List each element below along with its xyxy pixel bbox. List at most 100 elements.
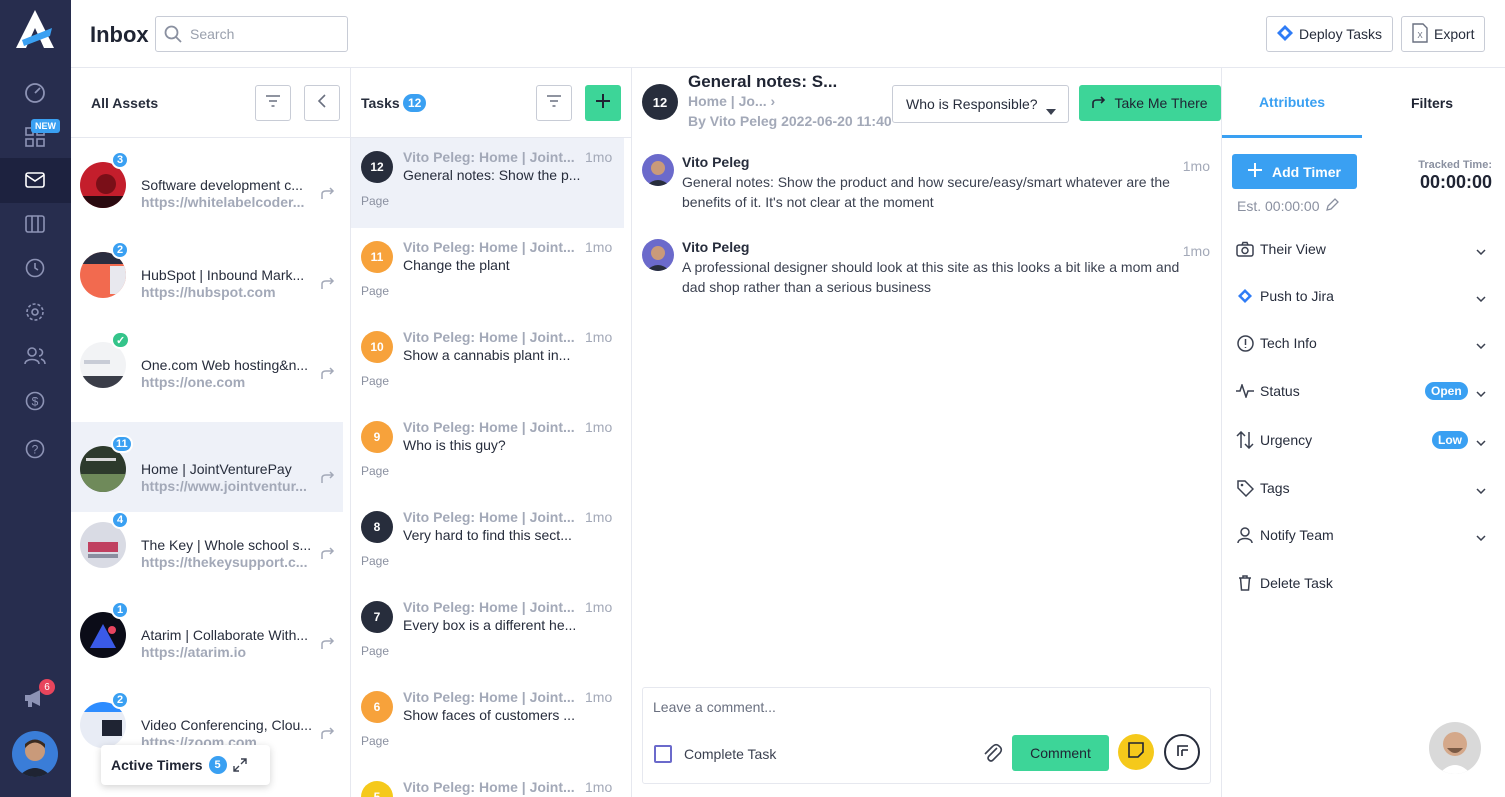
asset-item[interactable]: 3 Software development c... https://whit… <box>71 138 343 228</box>
task-item[interactable]: 12 Vito Peleg: Home | Joint... 1mo Gener… <box>351 138 624 228</box>
sticky-note-button[interactable] <box>1118 734 1154 770</box>
asset-badge: 3 <box>111 151 129 169</box>
collapse-assets-button[interactable] <box>304 85 340 121</box>
share-icon[interactable] <box>321 276 335 295</box>
task-type: Page <box>361 644 390 658</box>
share-icon[interactable] <box>321 186 335 205</box>
task-description: Every box is a different he... <box>403 617 577 633</box>
assets-filter-button[interactable] <box>255 85 291 121</box>
clock-icon[interactable] <box>23 256 47 280</box>
asset-url: https://whitelabelcoder... <box>141 194 305 210</box>
filter-icon <box>546 94 562 113</box>
comment-button[interactable]: Comment <box>1012 735 1109 771</box>
comment-author: Vito Peleg <box>682 239 750 255</box>
asset-item[interactable]: 2 HubSpot | Inbound Mark... https://hubs… <box>71 228 343 318</box>
notify-team-row[interactable]: Notify Team <box>1236 523 1490 547</box>
share-icon[interactable] <box>321 366 335 385</box>
take-me-there-label: Take Me There <box>1114 95 1208 111</box>
comment-body: A professional designer should look at t… <box>682 259 1180 295</box>
task-type: Page <box>361 374 390 388</box>
tech-info-row[interactable]: Tech Info <box>1236 331 1490 355</box>
share-icon[interactable] <box>321 636 335 655</box>
task-description: Who is this guy? <box>403 437 506 453</box>
deploy-tasks-button[interactable]: Deploy Tasks <box>1266 16 1394 52</box>
tab-attributes[interactable]: Attributes <box>1222 68 1362 138</box>
sort-arrows-icon <box>1236 431 1254 449</box>
task-author: Vito Peleg: Home | Joint... <box>403 779 575 795</box>
task-item[interactable]: 8 Vito Peleg: Home | Joint... 1mo Very h… <box>351 498 624 588</box>
chevron-down-icon <box>1476 528 1486 546</box>
tech-info-label: Tech Info <box>1260 335 1317 351</box>
task-item[interactable]: 11 Vito Peleg: Home | Joint... 1mo Chang… <box>351 228 624 318</box>
pencil-icon[interactable] <box>1325 198 1339 214</box>
settings-icon[interactable] <box>23 300 47 324</box>
chevron-down-icon <box>1476 336 1486 354</box>
asset-badge: 2 <box>111 691 129 709</box>
user-avatar[interactable] <box>12 731 58 777</box>
expand-icon[interactable] <box>233 758 247 775</box>
task-author: Vito Peleg: Home | Joint... <box>403 419 575 435</box>
delete-task-row[interactable]: Delete Task <box>1236 571 1490 595</box>
task-item[interactable]: 9 Vito Peleg: Home | Joint... 1mo Who is… <box>351 408 624 498</box>
tasks-filter-button[interactable] <box>536 85 572 121</box>
support-chat-avatar[interactable] <box>1429 722 1481 774</box>
search-placeholder: Search <box>190 26 235 42</box>
task-item[interactable]: 5 Vito Peleg: Home | Joint... 1mo <box>351 768 624 797</box>
export-button[interactable]: X Export <box>1401 16 1486 52</box>
task-number: 10 <box>361 331 393 363</box>
add-task-button[interactable] <box>585 85 621 121</box>
screenshot-button[interactable] <box>1164 734 1200 770</box>
filter-icon <box>265 94 281 113</box>
asset-badge: 11 <box>111 435 133 453</box>
their-view-row[interactable]: Their View <box>1236 237 1490 261</box>
asset-item[interactable]: 4 The Key | Whole school s... https://th… <box>71 498 343 588</box>
main-nav: NEW $ ? 6 <box>0 0 71 797</box>
status-label: Status <box>1260 383 1300 399</box>
share-icon[interactable] <box>321 546 335 565</box>
users-icon[interactable] <box>23 344 47 368</box>
complete-task-checkbox[interactable] <box>654 745 672 763</box>
tag-icon <box>1236 479 1254 497</box>
tags-row[interactable]: Tags <box>1236 476 1490 500</box>
dashboard-icon[interactable] <box>23 81 47 105</box>
estimate-value: Est. 00:00:00 <box>1237 198 1320 214</box>
detail-page-link[interactable]: Home | Jo... › <box>688 93 775 109</box>
task-type: Page <box>361 284 390 298</box>
push-to-jira-row[interactable]: Push to Jira <box>1236 284 1490 308</box>
take-me-there-button[interactable]: Take Me There <box>1079 85 1221 121</box>
chevron-down-icon <box>1476 384 1486 402</box>
svg-text:X: X <box>1417 31 1423 40</box>
detail-byline: By Vito Peleg 2022-06-20 11:40 <box>688 113 892 129</box>
detail-task-number: 12 <box>642 84 678 120</box>
asset-item[interactable]: 1 Atarim | Collaborate With... https://a… <box>71 588 343 678</box>
responsible-select[interactable]: Who is Responsible? <box>892 85 1069 123</box>
inbox-icon[interactable] <box>23 168 47 192</box>
task-item[interactable]: 10 Vito Peleg: Home | Joint... 1mo Show … <box>351 318 624 408</box>
task-age: 1mo <box>585 509 613 525</box>
active-timers-count: 5 <box>208 756 227 774</box>
tasks-header: Tasks 12 <box>351 68 631 138</box>
atarim-logo[interactable] <box>14 10 56 50</box>
task-item[interactable]: 7 Vito Peleg: Home | Joint... 1mo Every … <box>351 588 624 678</box>
plus-icon <box>596 93 610 113</box>
active-timers-widget[interactable]: Active Timers 5 <box>101 745 270 785</box>
task-author: Vito Peleg: Home | Joint... <box>403 239 575 255</box>
attachment-icon[interactable] <box>981 742 1003 769</box>
help-icon[interactable]: ? <box>23 437 47 461</box>
share-icon[interactable] <box>321 726 335 745</box>
search-input[interactable]: Search <box>155 16 348 52</box>
share-icon[interactable] <box>321 470 335 489</box>
tab-filters[interactable]: Filters <box>1362 68 1502 138</box>
billing-icon[interactable]: $ <box>23 389 47 413</box>
comment-input[interactable]: Leave a comment... <box>653 699 776 715</box>
task-age: 1mo <box>585 329 613 345</box>
asset-badge: 1 <box>111 601 129 619</box>
tab-filters-label: Filters <box>1410 95 1453 111</box>
board-icon[interactable] <box>23 212 47 236</box>
export-label: Export <box>1434 26 1475 42</box>
comment: Vito Peleg 1mo A professional designer s… <box>642 239 1212 309</box>
asset-url: https://one.com <box>141 374 246 390</box>
add-timer-button[interactable]: Add Timer <box>1232 154 1357 189</box>
task-item[interactable]: 6 Vito Peleg: Home | Joint... 1mo Show f… <box>351 678 624 768</box>
asset-item[interactable]: ✓ One.com Web hosting&n... https://one.c… <box>71 318 343 408</box>
